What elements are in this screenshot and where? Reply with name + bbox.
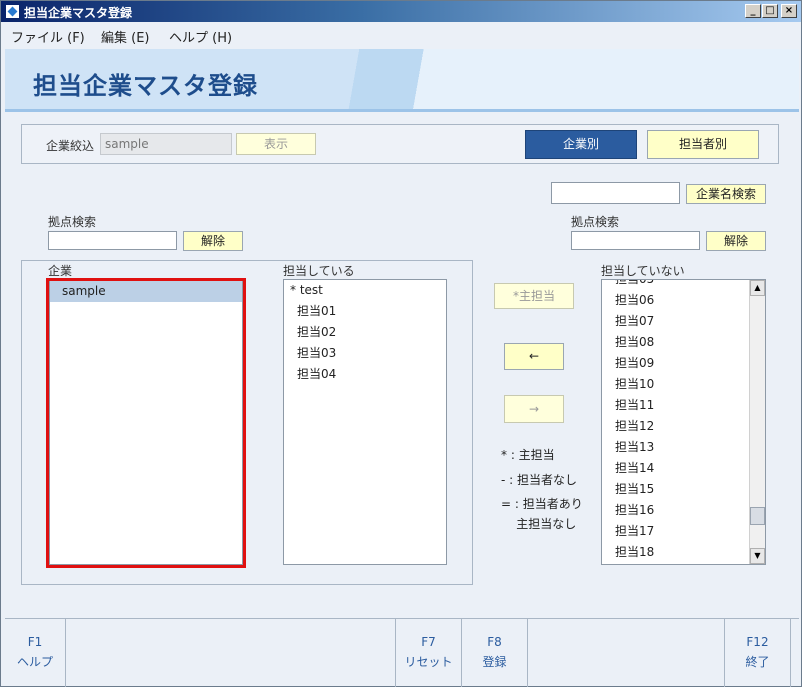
unassigned-scrollbar[interactable]: ▲ ▼ — [749, 280, 765, 564]
menu-help[interactable]: ヘルプ (H) — [169, 27, 232, 46]
unassigned-list-item[interactable]: 担当08 — [602, 332, 750, 353]
unassigned-listbox[interactable]: 担当05 担当06 担当07 担当08 担当09 担当10 担当11 担当12 … — [601, 279, 766, 565]
unassigned-list-item[interactable]: 担当16 — [602, 500, 750, 521]
assigned-list-item[interactable]: 担当04 — [284, 364, 446, 385]
menu-edit[interactable]: 編集 (E) — [101, 27, 150, 46]
f1-key-label: F1 — [27, 635, 43, 649]
legend-main: * : 主担当 — [501, 448, 555, 462]
assigned-list-item[interactable]: 担当03 — [284, 343, 446, 364]
legend-some: = : 担当者あり — [501, 497, 583, 511]
left-branch-search-label: 拠点検索 — [48, 215, 97, 229]
maximize-button[interactable]: □ — [762, 4, 778, 18]
f12-key-label: F12 — [746, 635, 769, 649]
page-title: 担当企業マスタ登録 — [33, 72, 258, 100]
right-branch-search-input[interactable] — [571, 231, 700, 250]
company-name-search-button[interactable]: 企業名検索 — [686, 184, 766, 204]
unassigned-list-item[interactable]: 担当13 — [602, 437, 750, 458]
unassigned-list-item[interactable]: 担当17 — [602, 521, 750, 542]
unassigned-list-item[interactable]: 担当09 — [602, 353, 750, 374]
company-filter-label: 企業絞込 — [46, 139, 95, 153]
unassigned-list-item[interactable]: 担当06 — [602, 290, 750, 311]
unassigned-list-header: 担当していない — [601, 264, 685, 278]
unassigned-list-item[interactable]: 担当15 — [602, 479, 750, 500]
scroll-up-arrow-icon[interactable]: ▲ — [750, 280, 765, 296]
unassigned-list-item[interactable]: 担当10 — [602, 374, 750, 395]
legend-some-cont: 主担当なし — [501, 517, 577, 531]
left-branch-search-input[interactable] — [48, 231, 177, 250]
assigned-list-item[interactable]: 担当02 — [284, 322, 446, 343]
unassigned-list-item[interactable]: 担当14 — [602, 458, 750, 479]
f8-key-label: F8 — [487, 635, 502, 649]
f7-key-label: F7 — [421, 635, 436, 649]
move-right-button[interactable]: → — [504, 395, 564, 423]
assigned-list-header: 担当している — [283, 264, 355, 278]
fkey-blank — [66, 619, 396, 687]
unassigned-list-item[interactable]: 担当11 — [602, 395, 750, 416]
fkey-blank — [528, 619, 725, 687]
minimize-button[interactable]: _ — [745, 4, 761, 18]
legend-none: - : 担当者なし — [501, 473, 578, 487]
assigned-listbox[interactable]: * test 担当01 担当02 担当03 担当04 — [283, 279, 447, 565]
app-icon — [5, 4, 20, 19]
scrollbar-thumb[interactable] — [750, 507, 765, 525]
unassigned-rows: 担当05 担当06 担当07 担当08 担当09 担当10 担当11 担当12 … — [602, 280, 750, 564]
f8-key-name: 登録 — [482, 655, 507, 669]
menu-file[interactable]: ファイル (F) — [11, 27, 85, 46]
company-filter-input[interactable] — [100, 133, 232, 155]
app-window: 担当企業マスタ登録 _ □ × ファイル (F) 編集 (E) ヘルプ (H) … — [0, 0, 802, 687]
function-key-bar: F1 ヘルプ F7 リセット F8 登録 F12 終了 — [5, 618, 799, 687]
f1-help-key[interactable]: F1 ヘルプ — [5, 619, 66, 687]
unassigned-list-item[interactable]: 担当07 — [602, 311, 750, 332]
close-button[interactable]: × — [781, 4, 797, 18]
company-list-header: 企業 — [48, 264, 73, 278]
move-left-button[interactable]: ← — [504, 343, 564, 370]
unassigned-list-item[interactable]: 担当18 — [602, 542, 750, 563]
header-underline — [5, 109, 799, 112]
unassigned-list-item[interactable]: 担当12 — [602, 416, 750, 437]
right-clear-button[interactable]: 解除 — [706, 231, 766, 251]
window-title: 担当企業マスタ登録 — [24, 6, 133, 20]
f12-key-name: 終了 — [745, 655, 770, 669]
f12-exit-key[interactable]: F12 終了 — [725, 619, 791, 687]
f7-key-name: リセット — [404, 655, 453, 669]
company-name-search-input[interactable] — [551, 182, 680, 204]
selection-highlight — [46, 278, 246, 568]
title-bar: 担当企業マスタ登録 _ □ × — [1, 1, 801, 22]
unassigned-list-item[interactable]: 担当05 — [602, 280, 750, 290]
right-branch-search-label: 拠点検索 — [571, 215, 620, 229]
menu-bar: ファイル (F) 編集 (E) ヘルプ (H) — [1, 22, 801, 46]
f7-reset-key[interactable]: F7 リセット — [396, 619, 462, 687]
by-company-button[interactable]: 企業別 — [525, 130, 637, 159]
f8-register-key[interactable]: F8 登録 — [462, 619, 528, 687]
scroll-down-arrow-icon[interactable]: ▼ — [750, 548, 765, 564]
left-clear-button[interactable]: 解除 — [183, 231, 243, 251]
filter-panel: 企業絞込 表示 企業別 担当者別 — [21, 124, 779, 164]
assigned-list-item[interactable]: * test — [284, 280, 446, 301]
show-button[interactable]: 表示 — [236, 133, 316, 155]
main-assignee-button[interactable]: *主担当 — [494, 283, 574, 309]
f1-key-name: ヘルプ — [16, 655, 53, 669]
assigned-list-item[interactable]: 担当01 — [284, 301, 446, 322]
by-person-button[interactable]: 担当者別 — [647, 130, 759, 159]
header-banner: 担当企業マスタ登録 — [5, 49, 799, 112]
